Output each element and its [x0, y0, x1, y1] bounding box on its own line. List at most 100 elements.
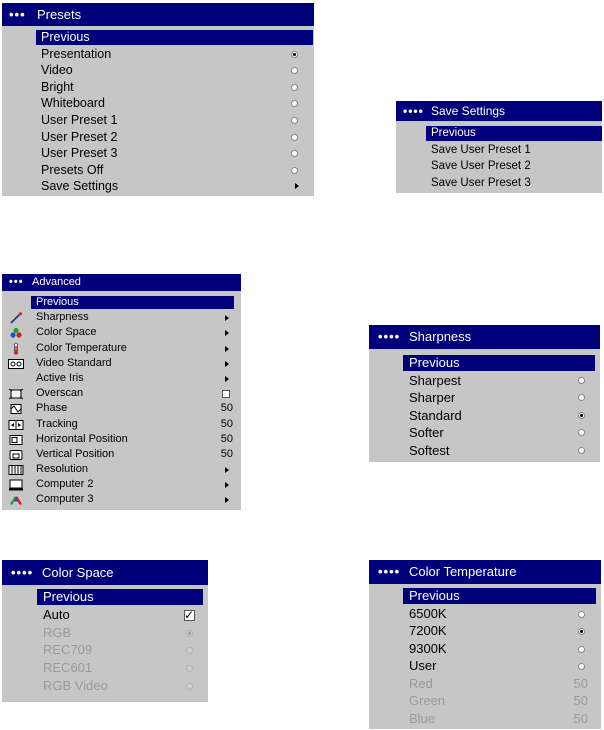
advanced-items: Previous Sharpness Color Space Color Temper… [2, 295, 241, 508]
submenu-arrow-icon [225, 330, 229, 337]
radio-button[interactable] [578, 446, 585, 454]
menu-item-7200k[interactable]: 7200K [369, 622, 601, 640]
menu-item-presentation[interactable]: Presentation [2, 46, 314, 63]
menu-item-previous[interactable]: Previous [2, 295, 241, 310]
computer-3-icon [8, 494, 24, 506]
menu-item-label: Sharpest [409, 372, 462, 388]
radio-button[interactable] [291, 67, 298, 75]
color-temperature-title-bar: •••• Color Temperature [369, 560, 601, 584]
menu-item-blue[interactable]: Blue 50 [369, 710, 601, 728]
menu-item-active-iris[interactable]: Active Iris [2, 371, 241, 386]
menu-item-label: REC709 [43, 642, 93, 658]
menu-item-label: Sharpness [36, 311, 89, 324]
menu-item-label: 9300K [409, 640, 447, 656]
save-settings-menu: •••• Save Settings Previous Save User Pre… [396, 101, 602, 193]
menu-item-overscan[interactable]: Overscan [2, 386, 241, 401]
radio-button[interactable] [578, 645, 585, 653]
advanced-title: Advanced [32, 276, 81, 288]
menu-item-label: 6500K [409, 605, 447, 621]
color-temperature-items: Previous 6500K 7200K 9300K User Red 50 Green 50 B… [369, 587, 601, 727]
submenu-arrow-icon [225, 315, 229, 322]
menu-item-label: Bright [41, 79, 74, 94]
horizontal-position-icon [8, 434, 24, 446]
menu-item-value: 50 [220, 447, 233, 460]
menu-item-computer-3[interactable]: Computer 3 [2, 492, 241, 507]
radio-button[interactable] [578, 376, 585, 384]
save-settings-title: Save Settings [431, 104, 506, 118]
menu-dots: ••• [9, 7, 26, 22]
menu-item-sharpest[interactable]: Sharpest [369, 372, 600, 390]
radio-button[interactable] [291, 166, 298, 174]
menu-item-phase[interactable]: Phase 50 [2, 401, 241, 416]
menu-item-video[interactable]: Video [2, 62, 314, 79]
menu-item-softer[interactable]: Softer [369, 424, 600, 442]
radio-button[interactable] [291, 100, 298, 108]
menu-item-green[interactable]: Green 50 [369, 692, 601, 710]
menu-item-label: Previous [41, 30, 90, 44]
save-settings-title-bar: •••• Save Settings [396, 101, 602, 121]
menu-item-vertical-position[interactable]: Vertical Position 50 [2, 447, 241, 462]
menu-item-previous[interactable]: Previous [369, 587, 601, 605]
radio-button[interactable] [578, 429, 585, 437]
menu-item-horizontal-position[interactable]: Horizontal Position 50 [2, 432, 241, 447]
menu-item-rgb[interactable]: RGB [2, 624, 208, 642]
submenu-arrow-icon [225, 360, 229, 367]
radio-button[interactable] [291, 150, 298, 158]
menu-item-previous[interactable]: Previous [2, 29, 314, 46]
menu-item-sharper[interactable]: Sharper [369, 389, 600, 407]
menu-item-red[interactable]: Red 50 [369, 675, 601, 693]
menu-item-previous[interactable]: Previous [2, 588, 208, 606]
radio-button[interactable] [578, 394, 585, 402]
advanced-menu: ••• Advanced Previous Sharpness Color Spac… [2, 274, 241, 510]
menu-item-save-user-preset-2[interactable]: Save User Preset 2 [396, 158, 602, 175]
menu-item-label: Save User Preset 3 [431, 176, 531, 189]
menu-item-user-preset-3[interactable]: User Preset 3 [2, 145, 314, 162]
menu-item-label: Standard [409, 407, 462, 423]
menu-item-save-user-preset-1[interactable]: Save User Preset 1 [396, 142, 602, 159]
checkbox[interactable] [184, 607, 195, 625]
menu-item-6500k[interactable]: 6500K [369, 605, 601, 623]
menu-item-label: Save User Preset 1 [431, 143, 531, 156]
menu-item-rec709[interactable]: REC709 [2, 641, 208, 659]
menu-item-user-preset-1[interactable]: User Preset 1 [2, 112, 314, 129]
menu-item-rec601[interactable]: REC601 [2, 659, 208, 677]
menu-item-rgb-video[interactable]: RGB Video [2, 677, 208, 695]
color-space-menu: •••• Color Space Previous Auto RGB REC709 RE… [2, 560, 208, 702]
menu-item-video-standard[interactable]: Video Standard [2, 356, 241, 371]
menu-item-standard[interactable]: Standard [369, 407, 600, 425]
menu-item-user[interactable]: User [369, 657, 601, 675]
menu-item-whiteboard[interactable]: Whiteboard [2, 95, 314, 112]
radio-button[interactable] [291, 133, 298, 141]
sharpness-menu: •••• Sharpness Previous Sharpest Sharper St… [369, 325, 600, 462]
radio-button[interactable] [578, 628, 585, 635]
menu-dots: •••• [378, 564, 401, 579]
menu-item-tracking[interactable]: Tracking 50 [2, 417, 241, 432]
menu-item-computer-2[interactable]: Computer 2 [2, 477, 241, 492]
menu-item-value: 50 [220, 432, 233, 445]
radio-button[interactable] [291, 116, 298, 124]
radio-button[interactable] [578, 663, 585, 670]
checkbox[interactable] [222, 390, 230, 399]
radio-button[interactable] [578, 610, 585, 618]
radio-button[interactable] [291, 83, 298, 91]
menu-item-color-space[interactable]: Color Space [2, 325, 241, 340]
menu-item-bright[interactable]: Bright [2, 79, 314, 96]
menu-item-previous[interactable]: Previous [369, 354, 600, 372]
menu-item-save-user-preset-3[interactable]: Save User Preset 3 [396, 175, 602, 192]
menu-item-label: Previous [36, 296, 79, 308]
radio-button[interactable] [291, 50, 298, 58]
radio-button[interactable] [578, 411, 585, 419]
menu-item-resolution[interactable]: Resolution [2, 462, 241, 477]
menu-item-user-preset-2[interactable]: User Preset 2 [2, 129, 314, 146]
sharpness-title: Sharpness [409, 329, 472, 344]
menu-item-value: 50 [573, 710, 588, 726]
menu-item-color-temperature[interactable]: Color Temperature [2, 341, 241, 356]
menu-item-auto[interactable]: Auto [2, 606, 208, 625]
menu-item-presets-off[interactable]: Presets Off [2, 162, 314, 179]
menu-item-9300k[interactable]: 9300K [369, 640, 601, 658]
menu-item-save-settings[interactable]: Save Settings [2, 178, 314, 195]
save-settings-items: Previous Save User Preset 1 Save User Pres… [396, 125, 602, 191]
menu-item-sharpness[interactable]: Sharpness [2, 310, 241, 325]
menu-item-softest[interactable]: Softest [369, 442, 600, 460]
menu-item-previous[interactable]: Previous [396, 125, 602, 142]
